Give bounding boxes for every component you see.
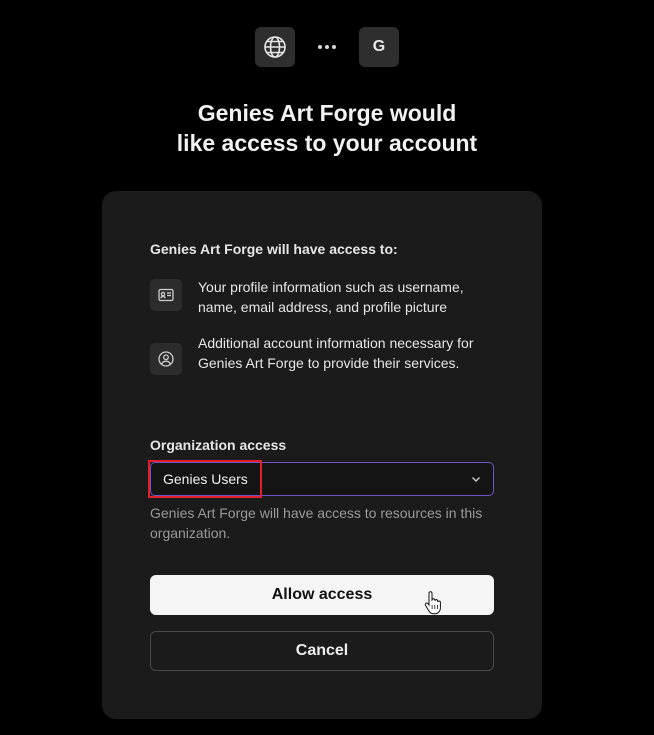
consent-card: Genies Art Forge will have access to: Yo…	[102, 191, 542, 719]
organization-help-text: Genies Art Forge will have access to res…	[150, 505, 483, 541]
permissions-heading: Genies Art Forge will have access to:	[150, 241, 398, 257]
hand-pointer-cursor-icon	[424, 591, 441, 615]
more-dots-icon	[307, 27, 347, 67]
cancel-label: Cancel	[295, 642, 349, 659]
cancel-button[interactable]: Cancel	[150, 631, 494, 671]
permission-item-account: Additional account information necessary…	[150, 333, 500, 375]
permission-text-account: Additional account information necessary…	[198, 335, 474, 371]
allow-access-button[interactable]: Allow access	[150, 575, 494, 615]
selection-highlight-box	[148, 460, 262, 498]
page-title-line-1: Genies Art Forge would	[197, 100, 457, 126]
chevron-down-icon	[472, 477, 480, 482]
page-title: Genies Art Forge would like access to yo…	[0, 98, 654, 158]
allow-access-label: Allow access	[271, 586, 373, 603]
user-circle-icon	[150, 343, 182, 375]
permission-text-profile: Your profile information such as usernam…	[198, 279, 464, 315]
organization-label: Organization access	[150, 437, 287, 453]
id-card-icon	[150, 279, 182, 311]
page-title-line-2: like access to your account	[176, 130, 478, 156]
app-connection-header: G	[0, 27, 654, 67]
permission-item-profile: Your profile information such as usernam…	[150, 277, 500, 317]
app-avatar: G	[359, 27, 399, 67]
globe-icon	[255, 27, 295, 67]
